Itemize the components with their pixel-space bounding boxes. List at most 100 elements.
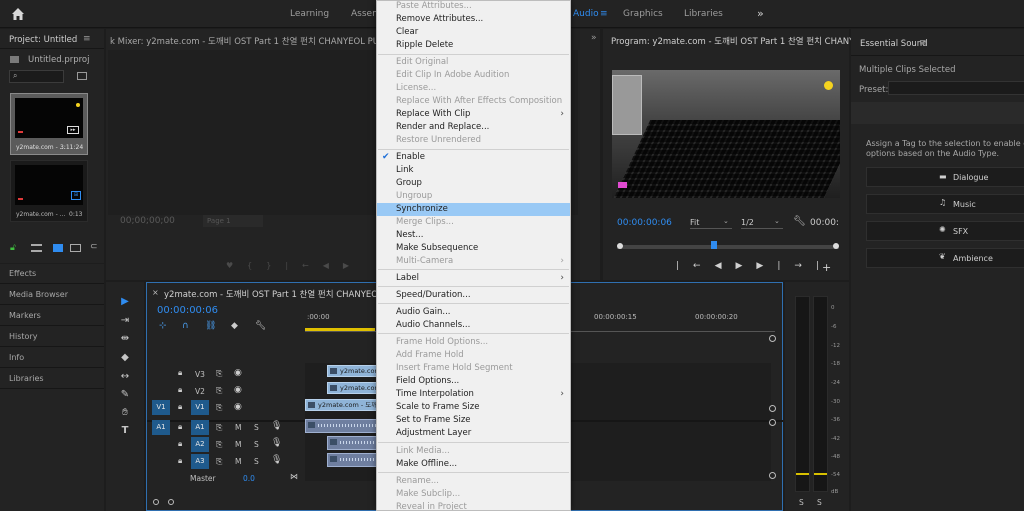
tab-effects[interactable]: Effects (9, 269, 36, 278)
sync-lock-icon[interactable]: ⎘ (216, 457, 222, 467)
home-icon[interactable] (10, 6, 26, 22)
sync-lock-icon[interactable]: ⎘ (216, 440, 222, 450)
linked-selection-icon[interactable]: ⛓︎ (205, 321, 216, 331)
tab-media-browser[interactable]: Media Browser (9, 290, 68, 299)
project-item-1[interactable]: ▸▸ y2mate.com - ... 3:11:24 (10, 93, 88, 155)
video-clip-v3[interactable]: y2mate.com (327, 365, 379, 377)
razor-tool-icon[interactable]: ◆ (118, 352, 132, 366)
video-clip-v2[interactable]: y2mate.com (327, 382, 379, 394)
menu-item-edit-original[interactable]: Edit Original (377, 56, 570, 69)
search-input[interactable]: ⌕ (9, 70, 64, 83)
menu-item-render-and-replace[interactable]: Render and Replace... (377, 121, 570, 134)
tab-history[interactable]: History (9, 332, 37, 341)
more-workspaces-icon[interactable]: » (757, 7, 764, 20)
music-button[interactable]: ♫ Music (866, 194, 1024, 214)
video-clip-v1[interactable]: y2mate.com - 도깨 (305, 399, 379, 411)
new-bin-icon[interactable] (77, 72, 87, 80)
menu-item-field-options[interactable]: Field Options... (377, 375, 570, 388)
menu-item-paste-attributes[interactable]: Paste Attributes... (377, 1, 570, 13)
slip-tool-icon[interactable]: ↔ (118, 371, 132, 385)
panel-menu-icon[interactable]: ≡ (83, 34, 91, 44)
menu-item-replace-with-ae[interactable]: Replace With After Effects Composition (377, 95, 570, 108)
solo-left-button[interactable]: S (799, 498, 804, 507)
track-a2-target[interactable]: A2 (191, 437, 209, 452)
wrench-icon[interactable]: 🔧︎ (793, 216, 806, 227)
menu-item-link-media[interactable]: Link Media... (377, 445, 570, 458)
menu-item-rename[interactable]: Rename... (377, 475, 570, 488)
eye-icon[interactable]: ◉ (234, 402, 242, 412)
menu-item-make-subsequence[interactable]: Make Subsequence (377, 242, 570, 255)
track-a3-target[interactable]: A3 (191, 454, 209, 469)
menu-item-license[interactable]: License... (377, 82, 570, 95)
audio-clip-a2[interactable] (327, 436, 379, 450)
menu-item-restore-unrendered[interactable]: Restore Unrendered (377, 134, 570, 147)
page-selector[interactable]: Page 1 (203, 215, 263, 227)
pen-tool-icon[interactable]: ✎ (118, 389, 132, 403)
freeform-view-icon[interactable] (70, 244, 81, 252)
essential-sound-title[interactable]: Essential Sound (860, 39, 928, 49)
track-a1-target[interactable]: A1 (191, 420, 209, 435)
menu-item-add-frame-hold[interactable]: Add Frame Hold (377, 349, 570, 362)
sync-lock-icon[interactable]: ⎘ (216, 386, 222, 396)
menu-item-clear[interactable]: Clear (377, 26, 570, 39)
ripple-edit-tool-icon[interactable]: ⇹ (118, 333, 132, 347)
menu-item-make-subclip[interactable]: Make Subclip... (377, 488, 570, 501)
menu-item-synchronize[interactable]: Synchronize (377, 203, 570, 216)
project-item-2[interactable]: ⊞ y2mate.com - ... 0:13 (10, 160, 88, 222)
menu-item-speed-duration[interactable]: Speed/Duration... (377, 289, 570, 302)
program-scrubber[interactable] (617, 241, 839, 249)
tab-libraries-panel[interactable]: Libraries (9, 374, 44, 383)
project-title[interactable]: Project: Untitled (9, 35, 77, 45)
microphone-icon[interactable]: 🎙︎ (271, 438, 282, 448)
preset-select[interactable] (888, 81, 1024, 95)
scroll-handle[interactable] (769, 335, 776, 342)
sort-icon[interactable]: ⊂ (90, 242, 98, 252)
track-v1-target[interactable]: V1 (191, 400, 209, 415)
scroll-handle[interactable] (769, 419, 776, 426)
menu-item-merge-clips[interactable]: Merge Clips... (377, 216, 570, 229)
tab-audio[interactable]: Audio (573, 9, 599, 19)
solo-button[interactable]: S (254, 423, 259, 432)
tab-graphics[interactable]: Graphics (623, 9, 663, 19)
solo-right-button[interactable]: S (817, 498, 822, 507)
tab-libraries[interactable]: Libraries (684, 9, 723, 19)
menu-item-audio-channels[interactable]: Audio Channels... (377, 319, 570, 332)
solo-button[interactable]: S (254, 457, 259, 466)
lock-icon[interactable]: 🔒︎ (178, 439, 182, 449)
menu-item-time-interpolation[interactable]: Time Interpolation › (377, 388, 570, 401)
audio-clip-a1[interactable] (305, 419, 379, 433)
lock-icon[interactable]: 🔒︎ (178, 456, 182, 466)
menu-item-remove-attributes[interactable]: Remove Attributes... (377, 13, 570, 26)
menu-item-multi-camera[interactable]: Multi-Camera › (377, 255, 570, 268)
scroll-handle[interactable] (769, 405, 776, 412)
audio-clip-a3[interactable] (327, 453, 379, 467)
panel-menu-icon[interactable]: ≡ (919, 38, 927, 48)
menu-item-scale-to-frame-size[interactable]: Scale to Frame Size (377, 401, 570, 414)
microphone-icon[interactable]: 🎙︎ (271, 455, 282, 465)
master-volume[interactable]: 0.0 (243, 474, 255, 483)
add-button-icon[interactable]: + (822, 261, 831, 274)
lock-icon[interactable]: 🔓︎ (10, 243, 16, 253)
menu-item-ungroup[interactable]: Ungroup (377, 190, 570, 203)
sfx-button[interactable]: ✺ SFX (866, 221, 1024, 241)
program-title[interactable]: Program: y2mate.com - 도깨비 OST Part 1 찬열 … (611, 35, 869, 47)
tab-markers[interactable]: Markers (9, 311, 41, 320)
menu-item-label[interactable]: Label › (377, 272, 570, 285)
ambience-button[interactable]: ❦ Ambience (866, 248, 1024, 268)
menu-item-make-offline[interactable]: Make Offline... (377, 458, 570, 471)
menu-item-link[interactable]: Link (377, 164, 570, 177)
menu-item-ripple-delete[interactable]: Ripple Delete (377, 39, 570, 52)
menu-item-reveal-in-project[interactable]: Reveal in Project (377, 501, 570, 510)
mute-button[interactable]: M (235, 457, 241, 466)
lock-icon[interactable]: 🔒︎ (178, 422, 182, 432)
tab-info[interactable]: Info (9, 353, 24, 362)
wrench-icon[interactable]: 🔧︎ (255, 321, 266, 331)
audio-menu-icon[interactable]: ≡ (600, 9, 608, 19)
dialogue-button[interactable]: ▬ Dialogue (866, 167, 1024, 187)
tab-learning[interactable]: Learning (290, 9, 329, 19)
selection-tool-icon[interactable]: ▶ (118, 296, 132, 310)
menu-item-group[interactable]: Group (377, 177, 570, 190)
lock-icon[interactable]: 🔒︎ (178, 368, 182, 378)
menu-item-set-to-frame-size[interactable]: Set to Frame Size (377, 414, 570, 427)
program-timecode[interactable]: 00:00:00:06 (617, 218, 672, 228)
